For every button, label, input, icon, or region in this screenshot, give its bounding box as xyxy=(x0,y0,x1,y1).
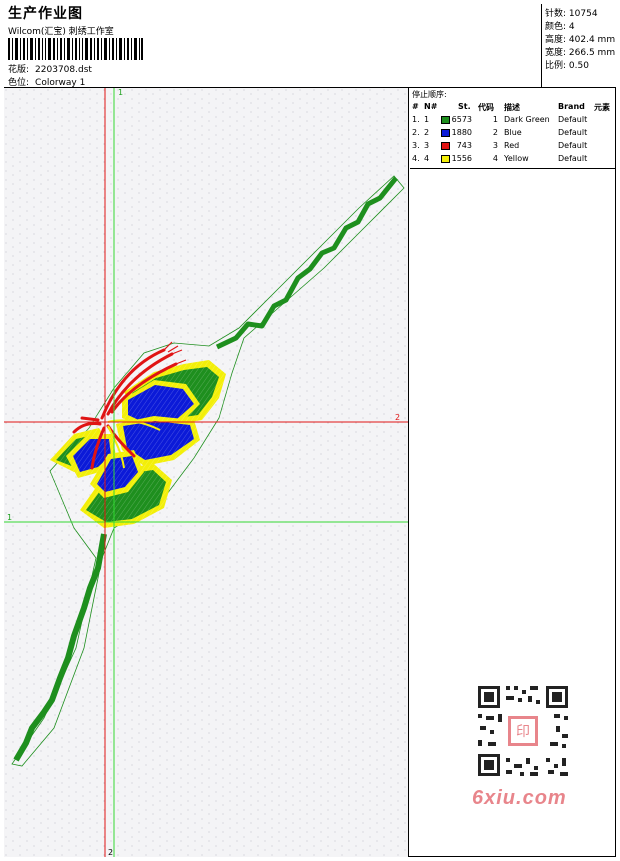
cell-no: 4 xyxy=(424,154,430,163)
color-swatch xyxy=(441,116,450,124)
watermark-text: 6xiu.com xyxy=(472,787,567,809)
table-row: 2. 2 1880 2 Blue Default xyxy=(410,128,616,140)
cell-num: 4. xyxy=(412,154,420,163)
cell-brand: Default xyxy=(558,141,588,150)
stop-sequence-panel: 停止顺序: # N# St. 代码 描述 Brand 元素 1. 1 6573 1 Da… xyxy=(410,88,616,169)
guide-label-v2: 2 xyxy=(108,848,113,857)
guide-label-h2: 2 xyxy=(395,413,400,422)
color-swatch xyxy=(441,142,450,150)
stat-value: 402.4 mm xyxy=(568,35,616,45)
col-element: 元素 xyxy=(594,103,610,112)
stat-value: 4 xyxy=(568,22,575,32)
cell-code: 2 xyxy=(492,128,498,137)
stat-colors: 颜色: 4 xyxy=(545,19,575,32)
cell-st: 1556 xyxy=(451,154,472,163)
col-st: St. xyxy=(458,102,471,111)
cell-desc: Dark Green xyxy=(504,115,550,124)
cell-num: 1. xyxy=(412,115,420,124)
design-file: 2203708.dst xyxy=(35,65,92,75)
stop-sequence-title: 停止顺序: xyxy=(412,90,447,99)
production-sheet: 生产作业图 Wilcom(汇宝) 刺绣工作室 花版: 2203708.dst 色… xyxy=(0,0,620,861)
barcode xyxy=(8,38,143,60)
stat-label: 高度: xyxy=(545,35,567,45)
cell-code: 4 xyxy=(492,154,498,163)
stat-label: 颜色: xyxy=(545,22,567,32)
cell-num: 2. xyxy=(412,128,420,137)
company-name: Wilcom(汇宝) 刺绣工作室 xyxy=(8,27,114,37)
table-row: 3. 3 743 3 Red Default xyxy=(410,141,616,153)
col-code: 代码 xyxy=(478,103,494,112)
cell-brand: Default xyxy=(558,128,588,137)
guide-label-v1: 1 xyxy=(118,88,123,97)
stat-label: 宽度: xyxy=(545,48,567,58)
design-preview[interactable]: 1 2 1 2 xyxy=(4,88,409,857)
col-desc: 描述 xyxy=(504,103,520,112)
cell-desc: Blue xyxy=(504,128,522,137)
col-brand: Brand xyxy=(558,102,585,111)
cell-code: 3 xyxy=(492,141,498,150)
table-row: 4. 4 1556 4 Yellow Default xyxy=(410,154,616,166)
cell-desc: Red xyxy=(504,141,520,150)
header: 生产作业图 Wilcom(汇宝) 刺绣工作室 花版: 2203708.dst 色… xyxy=(4,3,541,88)
design-info: 花版: 2203708.dst xyxy=(8,62,92,75)
stat-height: 高度: 402.4 mm xyxy=(545,32,616,45)
stat-value: 266.5 mm xyxy=(568,48,616,58)
cell-st: 743 xyxy=(456,141,472,150)
cell-no: 1 xyxy=(424,115,430,124)
guide-label-h1: 1 xyxy=(7,513,12,522)
table-row: 1. 1 6573 1 Dark Green Default xyxy=(410,115,616,127)
cell-st: 6573 xyxy=(451,115,472,124)
cell-desc: Yellow xyxy=(504,154,529,163)
stat-label: 比例: xyxy=(545,61,567,71)
stat-scale: 比例: 0.50 xyxy=(545,58,589,71)
stat-label: 针数: xyxy=(545,9,567,19)
color-swatch xyxy=(441,155,450,163)
stat-value: 10754 xyxy=(568,9,598,19)
qr-code: 印 xyxy=(470,678,576,784)
cell-brand: Default xyxy=(558,154,588,163)
stat-stitches: 针数: 10754 xyxy=(545,6,598,19)
stat-width: 宽度: 266.5 mm xyxy=(545,45,616,58)
stat-value: 0.50 xyxy=(568,61,589,71)
col-num: # xyxy=(412,102,419,111)
stamen xyxy=(80,416,100,422)
col-no: N# xyxy=(424,102,438,111)
color-swatch xyxy=(441,129,450,137)
cell-no: 3 xyxy=(424,141,430,150)
cell-no: 2 xyxy=(424,128,430,137)
cell-code: 1 xyxy=(492,115,498,124)
design-label: 花版: xyxy=(8,65,30,75)
cell-num: 3. xyxy=(412,141,420,150)
table-header: # N# St. 代码 描述 Brand 元素 xyxy=(410,102,616,113)
qr-badge-text: 印 xyxy=(516,724,530,740)
design-canvas: 1 2 1 2 xyxy=(4,88,408,857)
stats-box: 针数: 10754 颜色: 4 高度: 402.4 mm 宽度: 266.5 m… xyxy=(541,4,617,87)
cell-st: 1880 xyxy=(451,128,472,137)
cell-brand: Default xyxy=(558,115,588,124)
sheet-title: 生产作业图 xyxy=(8,6,83,22)
